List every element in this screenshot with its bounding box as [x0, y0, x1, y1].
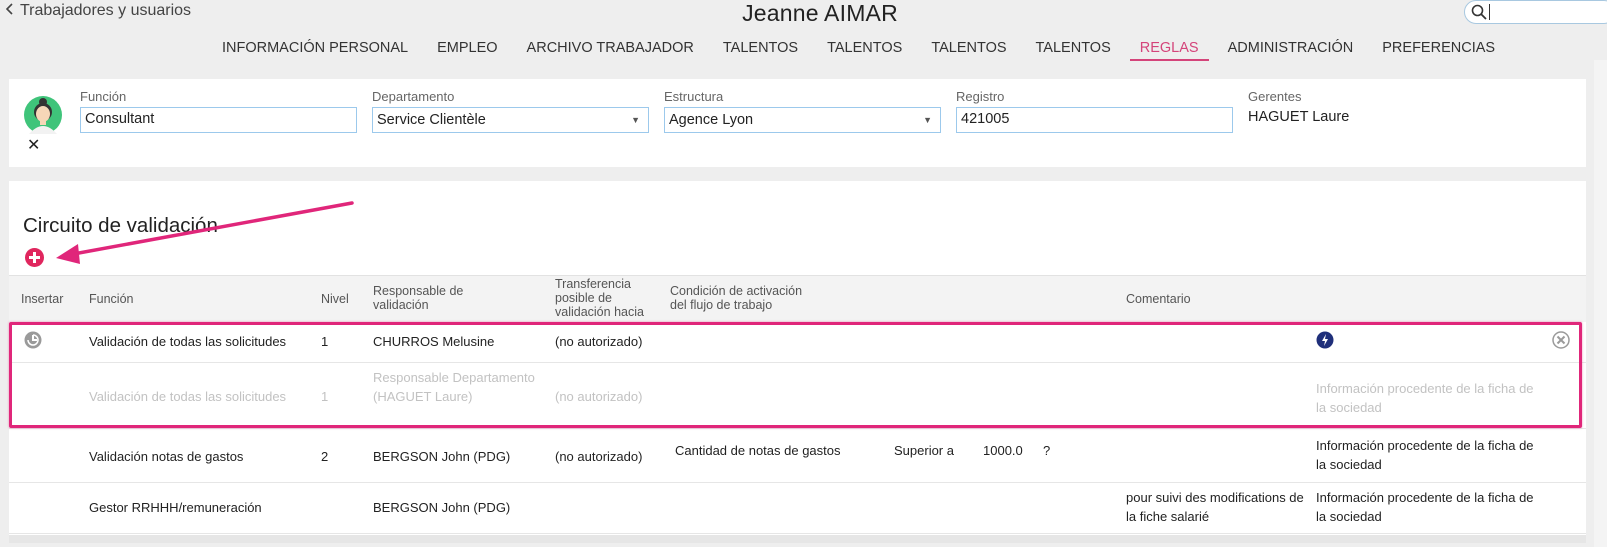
row-comentario: pour suivi des modifications de la fiche… [1126, 490, 1304, 524]
tab-talentos-1[interactable]: TALENTOS [723, 40, 798, 61]
dropdown-arrow-icon: ▼ [923, 115, 932, 125]
table-row[interactable]: Validación notas de gastos 2 BERGSON Joh… [9, 429, 1586, 483]
column-header-transferencia: Transferencia posible de validación haci… [555, 277, 644, 319]
tab-informacion-personal[interactable]: INFORMACIÓN PERSONAL [222, 40, 408, 61]
dropdown-arrow-icon: ▼ [631, 115, 640, 125]
table-header: Insertar Función Nivel Responsable de va… [9, 275, 1586, 323]
add-rule-button[interactable] [25, 248, 44, 267]
avatar[interactable] [24, 96, 62, 134]
row-responsable: BERGSON John (PDG) [373, 449, 511, 464]
row-info: Información procedente de la ficha de la… [1316, 490, 1534, 524]
tab-talentos-2[interactable]: TALENTOS [827, 40, 902, 61]
gerentes-label: Gerentes [1248, 89, 1302, 104]
condition-value: 1000.0 [983, 443, 1023, 458]
row-responsable: BERGSON John (PDG) [373, 500, 511, 515]
registro-field[interactable]: 421005 [956, 107, 1233, 133]
departamento-label: Departamento [372, 89, 455, 104]
departamento-select[interactable]: Service Clientèle ▼ [372, 107, 649, 133]
condition-field: Cantidad de notas de gastos [675, 443, 841, 458]
registro-label: Registro [956, 89, 1005, 104]
condition-help-icon[interactable]: ? [1043, 441, 1050, 460]
row-nivel: 2 [321, 449, 329, 464]
row-funcion: Gestor RRHHH/remuneración [89, 500, 262, 515]
table-footer-strip [9, 535, 1586, 543]
tab-talentos-4[interactable]: TALENTOS [1036, 40, 1111, 61]
section-title: Circuito de validación [23, 214, 218, 237]
row-transferencia: (no autorizado) [555, 449, 643, 464]
search-input[interactable] [1464, 0, 1607, 24]
tab-archivo-trabajador[interactable]: ARCHIVO TRABAJADOR [527, 40, 694, 61]
column-header-responsable: Responsable de validación [373, 284, 464, 312]
tab-reglas[interactable]: REGLAS [1129, 40, 1209, 61]
annotation-highlight-box [9, 322, 1582, 428]
estructura-select[interactable]: Agence Lyon ▼ [664, 107, 941, 133]
remove-photo-icon[interactable]: ✕ [27, 135, 40, 155]
gerentes-value: HAGUET Laure [1248, 109, 1350, 125]
column-header-nivel: Nivel [321, 292, 349, 306]
column-header-funcion: Función [89, 292, 134, 306]
estructura-value: Agence Lyon [669, 112, 754, 128]
funcion-label: Función [80, 89, 127, 104]
funcion-field[interactable]: Consultant [80, 107, 357, 133]
scrollbar-track[interactable] [1594, 60, 1607, 547]
row-info: Información procedente de la ficha de la… [1316, 438, 1534, 472]
column-header-comentario: Comentario [1126, 292, 1191, 306]
search-icon [1471, 4, 1487, 20]
table-row[interactable]: Gestor RRHHH/remuneración BERGSON John (… [9, 483, 1586, 534]
departamento-value: Service Clientèle [377, 112, 486, 128]
row-funcion: Validación notas de gastos [89, 449, 244, 464]
text-cursor [1489, 4, 1490, 20]
estructura-label: Estructura [664, 89, 724, 104]
tab-talentos-3[interactable]: TALENTOS [931, 40, 1006, 61]
page-title: Jeanne AIMAR [742, 0, 898, 26]
tab-preferencias[interactable]: PREFERENCIAS [1382, 40, 1495, 61]
tab-bar: INFORMACIÓN PERSONAL EMPLEO ARCHIVO TRAB… [222, 40, 1524, 61]
column-header-condicion: Condición de activación del flujo de tra… [670, 284, 803, 312]
column-header-insertar: Insertar [21, 292, 64, 306]
tab-administracion[interactable]: ADMINISTRACIÓN [1228, 40, 1354, 61]
condition-operator: Superior a [894, 443, 954, 458]
tab-empleo[interactable]: EMPLEO [437, 40, 497, 61]
